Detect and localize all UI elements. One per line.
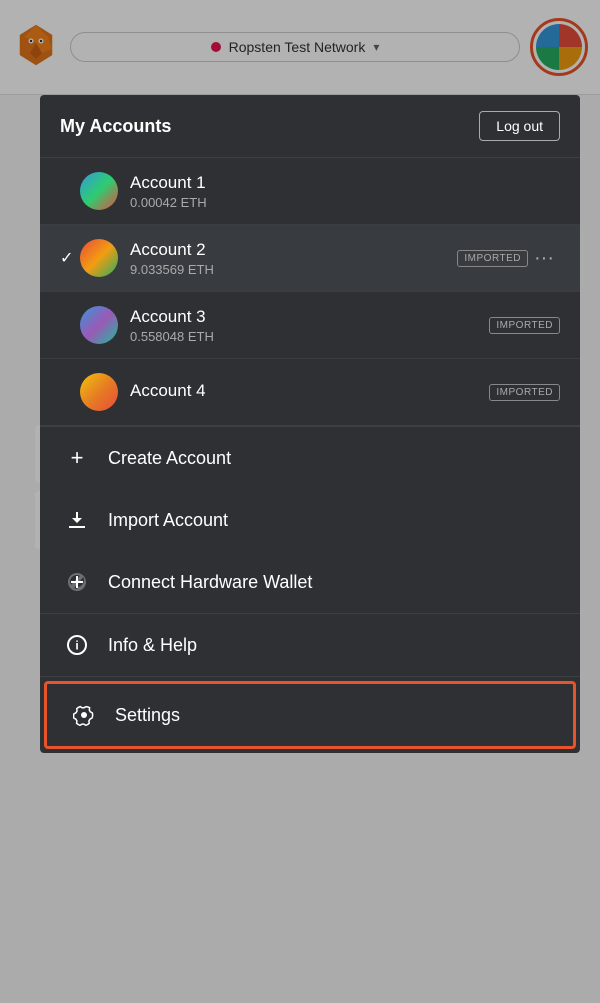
- checkmark-4: [60, 383, 80, 401]
- account-balance-2: 9.033569 ETH: [130, 262, 457, 277]
- panel-title: My Accounts: [60, 116, 171, 137]
- account-name-2: Account 2: [130, 240, 457, 260]
- create-account-label: Create Account: [108, 448, 231, 469]
- account-avatar-4: [80, 373, 118, 411]
- account-info-3: Account 3 0.558048 ETH: [130, 307, 489, 344]
- hardware-wallet-label: Connect Hardware Wallet: [108, 572, 312, 593]
- imported-badge-2: IMPORTED: [457, 250, 528, 267]
- info-help-menu-item[interactable]: i Info & Help: [40, 614, 580, 676]
- create-account-menu-item[interactable]: + Create Account: [40, 427, 580, 489]
- account-info-4: Account 4: [130, 381, 489, 403]
- account-name-4: Account 4: [130, 381, 489, 401]
- info-help-label: Info & Help: [108, 635, 197, 656]
- account-item-3[interactable]: Account 3 0.558048 ETH IMPORTED: [40, 292, 580, 359]
- account-more-2[interactable]: ···: [528, 247, 560, 270]
- svg-text:i: i: [75, 639, 78, 653]
- settings-menu-item[interactable]: Settings: [44, 681, 576, 749]
- account-avatar-1: [80, 172, 118, 210]
- account-name-1: Account 1: [130, 173, 560, 193]
- account-list: Account 1 0.00042 ETH ✓ Account 2 9.0335…: [40, 158, 580, 427]
- account-avatar-2: [80, 239, 118, 277]
- panel-header: My Accounts Log out: [40, 95, 580, 158]
- account-balance-3: 0.558048 ETH: [130, 329, 489, 344]
- imported-badge-3: IMPORTED: [489, 317, 560, 334]
- account-item-4[interactable]: Account 4 IMPORTED: [40, 359, 580, 426]
- hardware-wallet-menu-item[interactable]: Connect Hardware Wallet: [40, 551, 580, 613]
- imported-badge-4: IMPORTED: [489, 384, 560, 401]
- info-icon: i: [64, 632, 90, 658]
- checkmark-2: ✓: [60, 248, 80, 268]
- account-name-3: Account 3: [130, 307, 489, 327]
- settings-icon: [71, 702, 97, 728]
- create-account-icon: +: [64, 445, 90, 471]
- logout-button[interactable]: Log out: [479, 111, 560, 141]
- settings-label: Settings: [115, 705, 180, 726]
- account-item-2[interactable]: ✓ Account 2 9.033569 ETH IMPORTED ···: [40, 225, 580, 292]
- account-item-1[interactable]: Account 1 0.00042 ETH: [40, 158, 580, 225]
- account-info-2: Account 2 9.033569 ETH: [130, 240, 457, 277]
- import-account-menu-item[interactable]: Import Account: [40, 489, 580, 551]
- checkmark-3: [60, 316, 80, 334]
- import-account-icon: [64, 507, 90, 533]
- info-section: i Info & Help: [40, 614, 580, 677]
- account-info-1: Account 1 0.00042 ETH: [130, 173, 560, 210]
- hardware-wallet-icon: [64, 569, 90, 595]
- account-balance-1: 0.00042 ETH: [130, 195, 560, 210]
- import-account-label: Import Account: [108, 510, 228, 531]
- menu-section: + Create Account Import Account: [40, 427, 580, 614]
- checkmark-1: [60, 182, 80, 200]
- account-avatar-3: [80, 306, 118, 344]
- accounts-panel: My Accounts Log out Account 1 0.00042 ET…: [40, 95, 580, 753]
